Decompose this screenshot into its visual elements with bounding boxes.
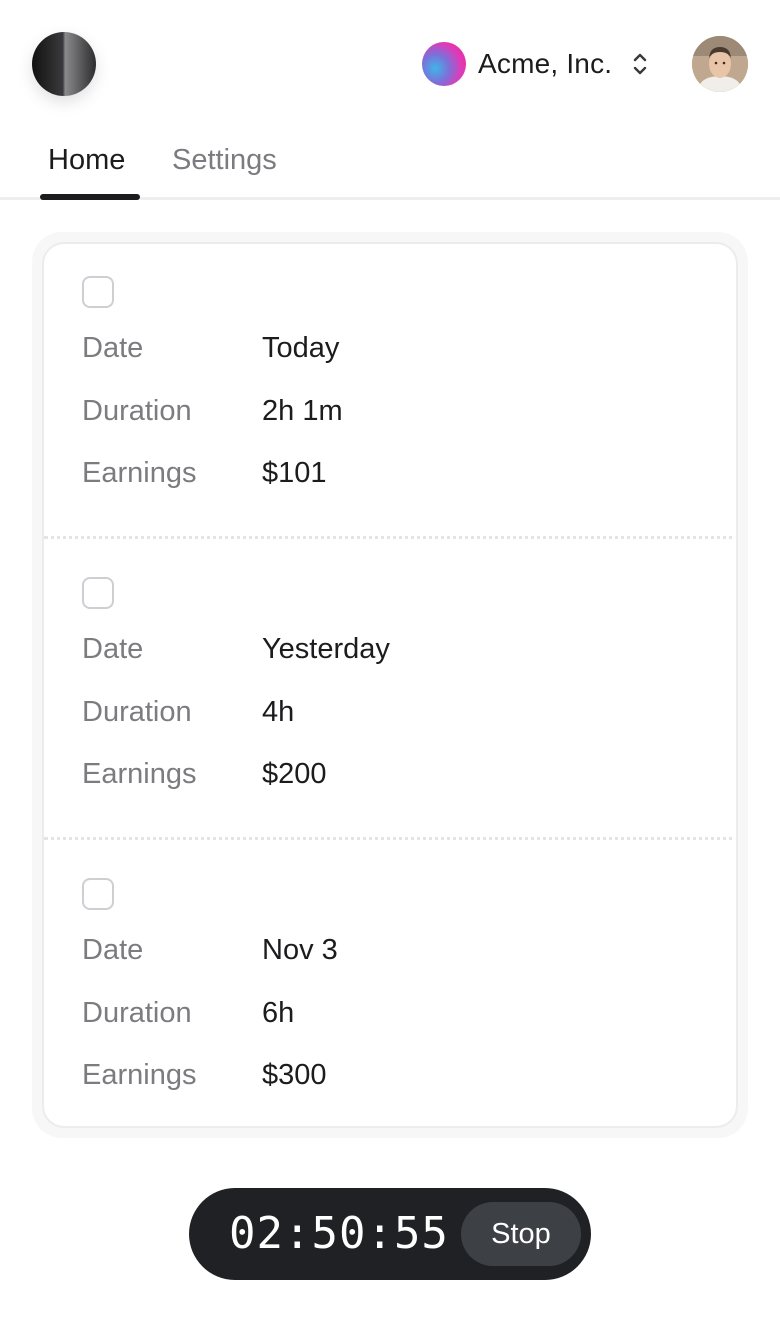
date-value: Yesterday (262, 633, 390, 665)
date-label: Date (82, 633, 144, 665)
duration-value: 4h (262, 696, 295, 728)
org-name: Acme, Inc. (478, 48, 613, 79)
tab-settings[interactable]: Settings (172, 144, 277, 177)
earnings-label: Earnings (82, 1059, 197, 1091)
timer-display: 02:50:55 (229, 1208, 449, 1259)
entry-checkbox[interactable] (82, 878, 114, 910)
active-tab-indicator (40, 194, 140, 200)
app-logo-icon[interactable] (32, 32, 96, 96)
chevron-up-down-icon (634, 53, 647, 75)
entries-card-container: Date Today Duration 2h 1m Earnings $101 … (32, 232, 748, 1138)
duration-value: 2h 1m (262, 395, 343, 427)
earnings-label: Earnings (82, 758, 197, 790)
entry-item: Date Nov 3 Duration 6h Earnings $300 (44, 846, 736, 1126)
entry-checkbox[interactable] (82, 276, 114, 308)
app-header: Acme, Inc. (0, 0, 780, 130)
avatar-portrait-icon (692, 36, 748, 92)
date-label: Date (82, 332, 144, 364)
earnings-value: $300 (262, 1059, 327, 1091)
org-switcher[interactable]: Acme, Inc. (422, 42, 650, 86)
date-value: Nov 3 (262, 934, 338, 966)
earnings-value: $200 (262, 758, 327, 790)
entry-item: Date Yesterday Duration 4h Earnings $200 (44, 545, 736, 845)
earnings-label: Earnings (82, 457, 197, 489)
entry-item: Date Today Duration 2h 1m Earnings $101 (44, 244, 736, 544)
entries-card: Date Today Duration 2h 1m Earnings $101 … (42, 242, 738, 1128)
duration-label: Duration (82, 997, 192, 1029)
earnings-value: $101 (262, 457, 327, 489)
date-label: Date (82, 934, 144, 966)
tab-bar: Home Settings (0, 130, 780, 200)
stop-button[interactable]: Stop (461, 1202, 581, 1266)
timer-bar: 02:50:55 Stop (189, 1188, 591, 1280)
date-value: Today (262, 332, 340, 364)
entry-checkbox[interactable] (82, 577, 114, 609)
duration-label: Duration (82, 395, 192, 427)
user-avatar[interactable] (692, 36, 748, 92)
entry-divider (44, 536, 736, 539)
org-gradient-icon (422, 42, 466, 86)
duration-value: 6h (262, 997, 295, 1029)
tab-home[interactable]: Home (48, 144, 125, 177)
duration-label: Duration (82, 696, 192, 728)
entry-divider (44, 837, 736, 840)
